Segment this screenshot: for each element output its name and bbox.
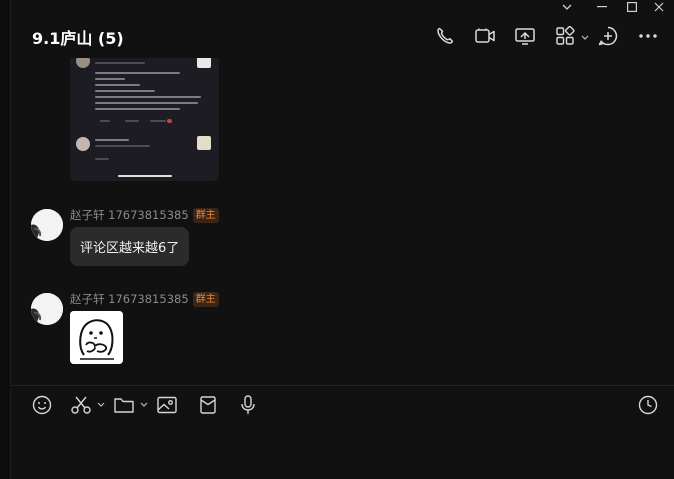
avatar[interactable] [31, 209, 63, 241]
folder-icon [114, 398, 134, 413]
voice-call-button[interactable] [432, 23, 458, 49]
sender-line: 赵子轩 17673815385 群主 [70, 207, 219, 223]
home-indicator [118, 175, 172, 177]
maximize-button[interactable] [617, 0, 647, 14]
comment-avatar [76, 137, 90, 151]
message-input[interactable] [11, 426, 674, 479]
apps-button[interactable] [552, 23, 578, 49]
voice-button[interactable] [237, 394, 259, 416]
screen-share-button[interactable] [512, 23, 538, 49]
minimize-button[interactable] [587, 0, 617, 14]
phone-icon [437, 27, 454, 44]
video-call-button[interactable] [472, 23, 498, 49]
maximize-icon [627, 2, 637, 12]
message-list[interactable]: 赵子轩 17673815385 群主 评论区越来越6了 赵子轩 176738153… [11, 58, 674, 385]
chevron-down-icon [562, 4, 572, 10]
avatar[interactable] [31, 293, 63, 325]
sender-line: 赵子轩 17673815385 群主 [70, 291, 219, 307]
more-options-button[interactable] [635, 23, 661, 49]
close-icon [654, 2, 664, 12]
add-to-chat-button[interactable] [595, 23, 621, 49]
emoji-icon [32, 395, 52, 415]
comment-avatar [76, 58, 90, 68]
thumbnail [197, 136, 211, 150]
red-packet-button[interactable] [197, 394, 219, 416]
sticker-message[interactable] [70, 311, 123, 364]
left-sidebar-edge [0, 0, 11, 479]
image-message[interactable] [70, 58, 219, 181]
file-dropdown[interactable] [140, 400, 148, 408]
minimize-icon [597, 6, 607, 8]
composer-toolbar [11, 386, 674, 426]
chevron-down-icon [140, 402, 148, 407]
thumbnail [197, 58, 211, 68]
message-bubble[interactable]: 评论区越来越6了 [70, 227, 190, 266]
apps-dropdown[interactable] [581, 33, 589, 41]
image-button[interactable] [156, 394, 178, 416]
owner-badge: 群主 [192, 208, 219, 223]
chat-header: 9.1庐山 (5) [11, 14, 674, 58]
screenshot-button[interactable] [70, 394, 92, 416]
avatar-image [31, 209, 63, 241]
owner-badge: 群主 [192, 292, 219, 307]
microphone-icon [241, 395, 255, 414]
history-icon [638, 395, 658, 415]
red-packet-icon [200, 396, 216, 414]
close-button[interactable] [644, 0, 674, 14]
screen-share-icon [515, 28, 535, 45]
cartoon-sticker [70, 311, 123, 364]
video-icon [475, 28, 495, 43]
sender-name[interactable]: 赵子轩 17673815385 [70, 208, 189, 222]
window-dropdown-button[interactable] [552, 0, 582, 14]
chat-title: 9.1庐山 (5) [32, 29, 124, 48]
sender-name[interactable]: 赵子轩 17673815385 [70, 292, 189, 306]
apps-icon [556, 26, 575, 45]
scissors-icon [71, 396, 91, 414]
window-titlebar [11, 0, 674, 14]
image-icon [157, 396, 177, 414]
file-button[interactable] [113, 394, 135, 416]
screenshot-dropdown[interactable] [97, 400, 105, 408]
avatar-image [31, 293, 63, 325]
chevron-down-icon [581, 35, 589, 40]
emoji-button[interactable] [31, 394, 53, 416]
chevron-down-icon [97, 402, 105, 407]
history-button[interactable] [637, 394, 659, 416]
more-icon [639, 34, 657, 38]
add-chat-icon [598, 26, 618, 46]
